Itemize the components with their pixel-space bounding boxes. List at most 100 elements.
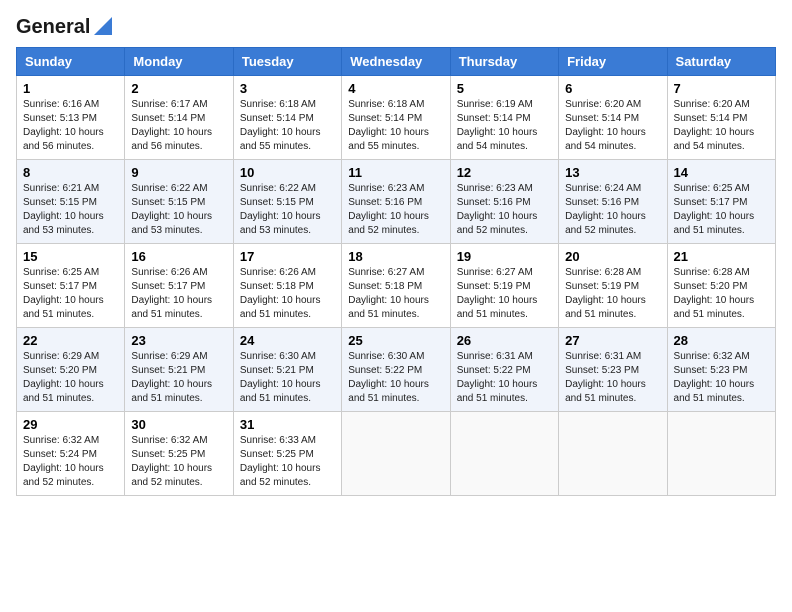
day-number: 27 [565, 333, 660, 348]
day-info: Sunrise: 6:20 AM Sunset: 5:14 PM Dayligh… [674, 98, 769, 154]
day-number: 18 [348, 249, 443, 264]
calendar-cell: 24 Sunrise: 6:30 AM Sunset: 5:21 PM Dayli… [233, 328, 341, 412]
day-info: Sunrise: 6:17 AM Sunset: 5:14 PM Dayligh… [131, 98, 226, 154]
logo: General [16, 16, 112, 37]
day-number: 9 [131, 165, 226, 180]
day-number: 11 [348, 165, 443, 180]
day-info: Sunrise: 6:20 AM Sunset: 5:14 PM Dayligh… [565, 98, 660, 154]
day-info: Sunrise: 6:31 AM Sunset: 5:23 PM Dayligh… [565, 350, 660, 406]
day-info: Sunrise: 6:22 AM Sunset: 5:15 PM Dayligh… [240, 182, 335, 238]
day-number: 8 [23, 165, 118, 180]
day-number: 26 [457, 333, 552, 348]
day-info: Sunrise: 6:25 AM Sunset: 5:17 PM Dayligh… [23, 266, 118, 322]
calendar-week-5: 29 Sunrise: 6:32 AM Sunset: 5:24 PM Dayli… [17, 412, 776, 496]
day-info: Sunrise: 6:21 AM Sunset: 5:15 PM Dayligh… [23, 182, 118, 238]
calendar-cell: 20Sunrise: 6:28 AM Sunset: 5:19 PM Dayli… [559, 244, 667, 328]
calendar-cell: 11Sunrise: 6:23 AM Sunset: 5:16 PM Dayli… [342, 160, 450, 244]
calendar-cell: 21 Sunrise: 6:28 AM Sunset: 5:20 PM Dayli… [667, 244, 775, 328]
day-number: 28 [674, 333, 769, 348]
calendar-cell [342, 412, 450, 496]
calendar-header: SundayMondayTuesdayWednesdayThursdayFrid… [17, 48, 776, 76]
calendar-cell: 25 Sunrise: 6:30 AM Sunset: 5:22 PM Dayli… [342, 328, 450, 412]
calendar-cell: 1Sunrise: 6:16 AM Sunset: 5:13 PM Daylig… [17, 76, 125, 160]
day-number: 14 [674, 165, 769, 180]
day-number: 29 [23, 417, 118, 432]
weekday-header-friday: Friday [559, 48, 667, 76]
calendar-cell: 5 Sunrise: 6:19 AM Sunset: 5:14 PM Daylig… [450, 76, 558, 160]
day-number: 31 [240, 417, 335, 432]
calendar-cell: 3 Sunrise: 6:18 AM Sunset: 5:14 PM Daylig… [233, 76, 341, 160]
calendar-cell: 29 Sunrise: 6:32 AM Sunset: 5:24 PM Dayli… [17, 412, 125, 496]
calendar-cell: 2 Sunrise: 6:17 AM Sunset: 5:14 PM Daylig… [125, 76, 233, 160]
calendar-week-1: 1Sunrise: 6:16 AM Sunset: 5:13 PM Daylig… [17, 76, 776, 160]
day-info: Sunrise: 6:19 AM Sunset: 5:14 PM Dayligh… [457, 98, 552, 154]
calendar-cell [667, 412, 775, 496]
day-info: Sunrise: 6:30 AM Sunset: 5:21 PM Dayligh… [240, 350, 335, 406]
calendar-cell: 28Sunrise: 6:32 AM Sunset: 5:23 PM Dayli… [667, 328, 775, 412]
day-number: 10 [240, 165, 335, 180]
weekday-header-thursday: Thursday [450, 48, 558, 76]
day-info: Sunrise: 6:31 AM Sunset: 5:22 PM Dayligh… [457, 350, 552, 406]
day-number: 17 [240, 249, 335, 264]
weekday-header-tuesday: Tuesday [233, 48, 341, 76]
day-info: Sunrise: 6:27 AM Sunset: 5:18 PM Dayligh… [348, 266, 443, 322]
day-number: 15 [23, 249, 118, 264]
calendar-cell: 12 Sunrise: 6:23 AM Sunset: 5:16 PM Dayli… [450, 160, 558, 244]
calendar-cell: 4Sunrise: 6:18 AM Sunset: 5:14 PM Daylig… [342, 76, 450, 160]
weekday-header-sunday: Sunday [17, 48, 125, 76]
day-number: 5 [457, 81, 552, 96]
calendar-cell: 22 Sunrise: 6:29 AM Sunset: 5:20 PM Dayli… [17, 328, 125, 412]
day-number: 24 [240, 333, 335, 348]
day-info: Sunrise: 6:25 AM Sunset: 5:17 PM Dayligh… [674, 182, 769, 238]
day-info: Sunrise: 6:22 AM Sunset: 5:15 PM Dayligh… [131, 182, 226, 238]
day-info: Sunrise: 6:28 AM Sunset: 5:19 PM Dayligh… [565, 266, 660, 322]
day-info: Sunrise: 6:24 AM Sunset: 5:16 PM Dayligh… [565, 182, 660, 238]
day-info: Sunrise: 6:16 AM Sunset: 5:13 PM Dayligh… [23, 98, 118, 154]
day-info: Sunrise: 6:28 AM Sunset: 5:20 PM Dayligh… [674, 266, 769, 322]
day-info: Sunrise: 6:32 AM Sunset: 5:24 PM Dayligh… [23, 434, 118, 490]
calendar-cell [559, 412, 667, 496]
day-number: 25 [348, 333, 443, 348]
calendar-cell: 9 Sunrise: 6:22 AM Sunset: 5:15 PM Daylig… [125, 160, 233, 244]
calendar-week-2: 8 Sunrise: 6:21 AM Sunset: 5:15 PM Daylig… [17, 160, 776, 244]
day-number: 22 [23, 333, 118, 348]
calendar-cell: 26 Sunrise: 6:31 AM Sunset: 5:22 PM Dayli… [450, 328, 558, 412]
day-number: 13 [565, 165, 660, 180]
day-number: 2 [131, 81, 226, 96]
page-header: General [16, 16, 776, 37]
day-number: 21 [674, 249, 769, 264]
day-info: Sunrise: 6:29 AM Sunset: 5:21 PM Dayligh… [131, 350, 226, 406]
day-number: 3 [240, 81, 335, 96]
day-info: Sunrise: 6:33 AM Sunset: 5:25 PM Dayligh… [240, 434, 335, 490]
day-info: Sunrise: 6:18 AM Sunset: 5:14 PM Dayligh… [240, 98, 335, 154]
day-info: Sunrise: 6:29 AM Sunset: 5:20 PM Dayligh… [23, 350, 118, 406]
calendar-cell: 7 Sunrise: 6:20 AM Sunset: 5:14 PM Daylig… [667, 76, 775, 160]
calendar-cell: 19 Sunrise: 6:27 AM Sunset: 5:19 PM Dayli… [450, 244, 558, 328]
day-number: 12 [457, 165, 552, 180]
weekday-row: SundayMondayTuesdayWednesdayThursdayFrid… [17, 48, 776, 76]
day-number: 7 [674, 81, 769, 96]
day-info: Sunrise: 6:26 AM Sunset: 5:18 PM Dayligh… [240, 266, 335, 322]
calendar-table: SundayMondayTuesdayWednesdayThursdayFrid… [16, 47, 776, 496]
calendar-cell: 8 Sunrise: 6:21 AM Sunset: 5:15 PM Daylig… [17, 160, 125, 244]
calendar-body: 1Sunrise: 6:16 AM Sunset: 5:13 PM Daylig… [17, 76, 776, 496]
weekday-header-saturday: Saturday [667, 48, 775, 76]
calendar-cell: 15 Sunrise: 6:25 AM Sunset: 5:17 PM Dayli… [17, 244, 125, 328]
day-info: Sunrise: 6:27 AM Sunset: 5:19 PM Dayligh… [457, 266, 552, 322]
calendar-cell: 16Sunrise: 6:26 AM Sunset: 5:17 PM Dayli… [125, 244, 233, 328]
day-info: Sunrise: 6:30 AM Sunset: 5:22 PM Dayligh… [348, 350, 443, 406]
calendar-cell: 17 Sunrise: 6:26 AM Sunset: 5:18 PM Dayli… [233, 244, 341, 328]
calendar-cell: 14 Sunrise: 6:25 AM Sunset: 5:17 PM Dayli… [667, 160, 775, 244]
calendar-cell: 30Sunrise: 6:32 AM Sunset: 5:25 PM Dayli… [125, 412, 233, 496]
calendar-week-3: 15 Sunrise: 6:25 AM Sunset: 5:17 PM Dayli… [17, 244, 776, 328]
calendar-cell: 13 Sunrise: 6:24 AM Sunset: 5:16 PM Dayli… [559, 160, 667, 244]
calendar-cell: 23 Sunrise: 6:29 AM Sunset: 5:21 PM Dayli… [125, 328, 233, 412]
calendar-cell: 6Sunrise: 6:20 AM Sunset: 5:14 PM Daylig… [559, 76, 667, 160]
day-info: Sunrise: 6:23 AM Sunset: 5:16 PM Dayligh… [457, 182, 552, 238]
day-number: 30 [131, 417, 226, 432]
day-number: 19 [457, 249, 552, 264]
logo-triangle-icon [90, 17, 112, 39]
day-info: Sunrise: 6:26 AM Sunset: 5:17 PM Dayligh… [131, 266, 226, 322]
day-number: 23 [131, 333, 226, 348]
weekday-header-wednesday: Wednesday [342, 48, 450, 76]
